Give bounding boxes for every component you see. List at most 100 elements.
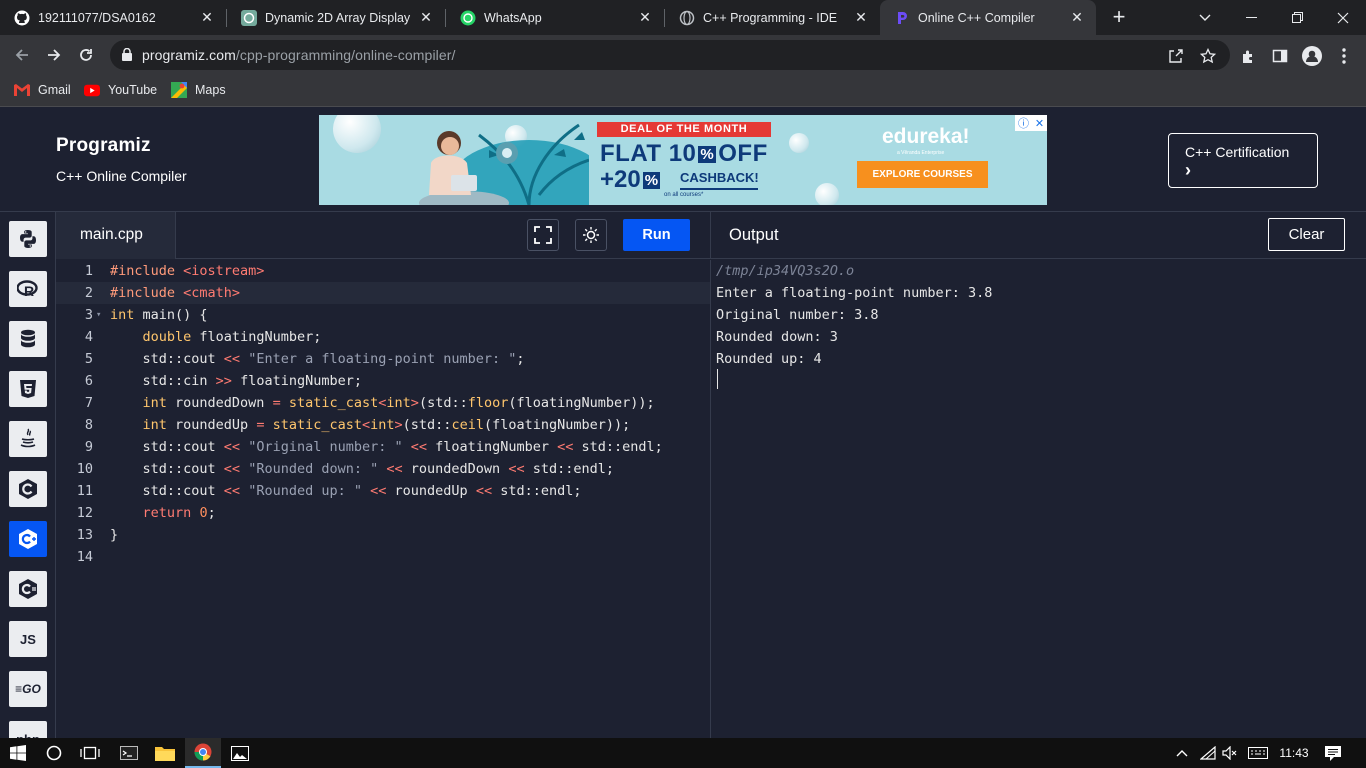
new-tab-button[interactable]: + (1108, 6, 1130, 28)
code-line[interactable]: 5 std::cout << "Enter a floating-point n… (56, 348, 710, 370)
language-python[interactable] (9, 221, 47, 257)
output-header: Output Clear (710, 212, 1366, 259)
close-icon[interactable]: ✕ (636, 9, 654, 27)
github-icon (14, 10, 30, 26)
info-icon[interactable]: ⓘ (1018, 115, 1029, 131)
close-icon[interactable]: ✕ (417, 9, 435, 27)
cpp-certification-button[interactable]: C++ Certification › (1168, 133, 1318, 188)
clock[interactable]: 11:43 (1274, 738, 1314, 768)
browser-menu-icon[interactable] (1332, 44, 1356, 68)
volume-status[interactable] (1219, 738, 1241, 768)
browser-tab-online-compiler[interactable]: Online C++ Compiler ✕ (880, 0, 1096, 35)
close-icon[interactable]: ✕ (1068, 9, 1086, 27)
code-text: } (110, 527, 119, 543)
show-hidden-icons[interactable] (1172, 738, 1192, 768)
task-view-button[interactable] (72, 738, 108, 768)
language-javascript[interactable]: JS (9, 621, 47, 657)
ad-decoration-bubble (815, 183, 839, 205)
bookmark-maps[interactable]: Maps (171, 82, 226, 98)
code-text: std::cin >> floatingNumber; (110, 373, 362, 389)
notifications-button[interactable] (1320, 738, 1346, 768)
close-icon[interactable]: ✕ (1035, 117, 1044, 130)
browser-tab-chatgpt[interactable]: Dynamic 2D Array Display ✕ (227, 0, 445, 35)
back-button[interactable] (10, 43, 34, 67)
search-button[interactable] (36, 738, 72, 768)
language-html[interactable] (9, 371, 47, 407)
code-line[interactable]: 4 double floatingNumber; (56, 326, 710, 348)
code-line[interactable]: 2 #include <cmath> (56, 282, 710, 304)
language-csharp[interactable] (9, 571, 47, 607)
language-sql[interactable] (9, 321, 47, 357)
wifi-status[interactable] (1197, 738, 1219, 768)
code-line[interactable]: 11 std::cout << "Rounded up: " << rounde… (56, 480, 710, 502)
keyboard-status[interactable] (1245, 738, 1271, 768)
language-java[interactable] (9, 421, 47, 457)
run-button[interactable]: Run (623, 219, 690, 251)
taskbar-terminal[interactable] (111, 738, 147, 768)
globe-icon (679, 10, 695, 26)
taskbar-file-explorer[interactable] (147, 738, 183, 768)
code-line[interactable]: 8 int roundedUp = static_cast<int>(std::… (56, 414, 710, 436)
restore-button[interactable] (1274, 0, 1320, 35)
language-c[interactable] (9, 471, 47, 507)
browser-tab-whatsapp[interactable]: WhatsApp ✕ (446, 0, 664, 35)
address-bar[interactable]: programiz.com/cpp-programming/online-com… (110, 40, 1230, 70)
bookmark-gmail[interactable]: Gmail (14, 82, 71, 98)
extensions-icon[interactable] (1236, 44, 1260, 68)
browser-tab-github[interactable]: 192111077/DSA0162 ✕ (0, 0, 226, 35)
lock-icon[interactable] (122, 47, 132, 66)
python-icon (20, 230, 36, 248)
r-icon: R (17, 280, 38, 298)
close-window-button[interactable] (1320, 0, 1366, 35)
reload-button[interactable] (74, 43, 98, 67)
bookmark-youtube[interactable]: YouTube (84, 82, 157, 98)
taskbar-chrome[interactable] (185, 738, 221, 768)
code-line[interactable]: 12 return 0; (56, 502, 710, 524)
language-go[interactable]: ≡GO (9, 671, 47, 707)
theme-toggle-button[interactable] (575, 219, 607, 251)
language-php[interactable]: php (9, 721, 47, 738)
language-cpp[interactable] (9, 521, 47, 557)
minimize-button[interactable] (1228, 0, 1274, 35)
code-line[interactable]: 1 #include <iostream> (56, 260, 710, 282)
code-line[interactable]: 10 std::cout << "Rounded down: " << roun… (56, 458, 710, 480)
chevron-up-icon (1176, 750, 1188, 757)
advertisement-banner[interactable]: DEAL OF THE MONTH FLAT 10% OFF +20% CASHB… (319, 115, 1047, 205)
code-editor[interactable]: 1 #include <iostream> 2 #include <cmath> 3 ▾ i… (56, 260, 710, 738)
bookmark-star-icon[interactable] (1196, 44, 1220, 68)
code-line[interactable]: 7 int roundedDown = static_cast<int>(std… (56, 392, 710, 414)
line-number: 3 (84, 307, 93, 323)
url-domain: programiz.com (142, 47, 236, 63)
forward-button[interactable] (42, 43, 66, 67)
file-tab-main-cpp[interactable]: main.cpp (56, 212, 176, 259)
code-line[interactable]: 6 std::cin >> floatingNumber; (56, 370, 710, 392)
share-icon[interactable] (1164, 44, 1188, 68)
photos-icon (231, 745, 249, 761)
close-icon[interactable]: ✕ (852, 9, 870, 27)
start-button[interactable] (0, 738, 36, 768)
fold-toggle-icon[interactable]: ▾ (96, 304, 101, 326)
ad-choices[interactable]: ⓘ ✕ (1015, 115, 1047, 131)
language-r[interactable]: R (9, 271, 47, 307)
side-panel-icon[interactable] (1268, 44, 1292, 68)
profile-avatar-icon[interactable] (1300, 44, 1324, 68)
clear-button[interactable]: Clear (1268, 218, 1345, 251)
tab-search-button[interactable] (1182, 0, 1228, 35)
youtube-icon (84, 82, 100, 98)
ad-brand-tagline: a Vêranda Enterprise (897, 150, 945, 156)
code-line[interactable]: 3 ▾ int main() { (56, 304, 710, 326)
code-line[interactable]: 14 (56, 546, 710, 568)
close-icon[interactable]: ✕ (198, 9, 216, 27)
ad-explore-button[interactable]: EXPLORE COURSES (857, 161, 988, 188)
taskbar-photos[interactable] (222, 738, 258, 768)
whatsapp-icon (460, 10, 476, 26)
terminal-icon (120, 746, 138, 760)
code-line[interactable]: 9 std::cout << "Original number: " << fl… (56, 436, 710, 458)
programiz-logo[interactable]: Programiz (56, 135, 151, 157)
notifications-icon (1325, 745, 1341, 761)
line-number: 1 (84, 263, 93, 279)
fullscreen-button[interactable] (527, 219, 559, 251)
browser-tab-cpp-ide[interactable]: C++ Programming - IDE ✕ (665, 0, 880, 35)
output-console[interactable]: /tmp/ip34VQ3s2O.o Enter a floating-point … (710, 260, 1366, 738)
code-line[interactable]: 13} (56, 524, 710, 546)
